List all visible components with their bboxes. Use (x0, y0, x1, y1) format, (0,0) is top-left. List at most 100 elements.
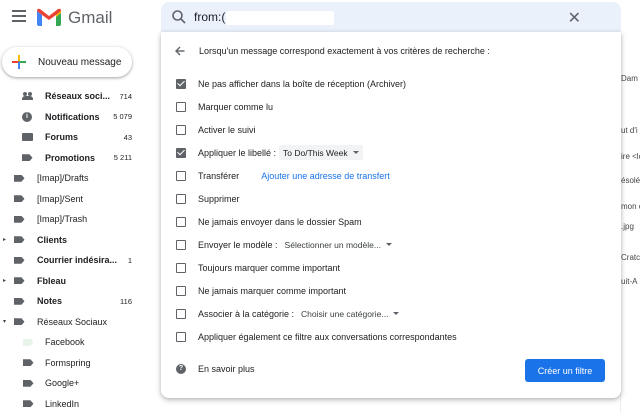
label-icon (13, 174, 25, 182)
label-icon (13, 297, 25, 305)
sidebar-item[interactable]: Formspring (0, 353, 160, 374)
compose-button[interactable]: Nouveau message (2, 47, 132, 77)
option-label: Ne jamais marquer comme important (198, 285, 347, 296)
dropdown-caret-icon (385, 243, 392, 246)
unread-count: 116 (120, 296, 132, 306)
label-icon (13, 318, 25, 326)
option-label: Supprimer (198, 193, 240, 204)
sidebar-item-label: Promotions (45, 152, 96, 163)
sidebar-item-label: Forums (45, 132, 79, 143)
option-checkbox[interactable] (176, 78, 186, 89)
option-checkbox[interactable] (176, 193, 186, 204)
expand-toggle-icon[interactable]: ▾ (3, 318, 9, 325)
message-row-fragment[interactable] (621, 97, 640, 119)
sidebar-item[interactable]: Courrier indésira... 1 (0, 250, 160, 271)
sidebar-item[interactable]: ▸ Fbleau (0, 271, 160, 292)
expand-toggle-icon[interactable]: ▸ (3, 277, 9, 284)
option-checkbox[interactable] (176, 239, 186, 250)
message-row-fragment[interactable]: .jpg (621, 222, 640, 244)
option-checkbox[interactable] (176, 101, 186, 112)
label-icon (22, 337, 34, 347)
option-checkbox[interactable] (176, 308, 186, 319)
label-icon (13, 317, 25, 327)
sidebar-item[interactable]: i Notifications 5 079 (0, 107, 160, 128)
message-row-fragment[interactable]: Dam (621, 74, 640, 96)
sidebar-item[interactable]: Forums 43 (0, 127, 160, 148)
option-checkbox[interactable] (176, 170, 186, 181)
redacted-address (226, 11, 334, 25)
sidebar-item-label: Courrier indésira... (37, 255, 118, 266)
message-row-fragment[interactable]: ésolé (621, 176, 640, 198)
search-input[interactable]: from:( (194, 10, 225, 24)
label-select[interactable]: To Do/This Week (279, 145, 363, 160)
option-checkbox[interactable] (176, 331, 186, 342)
select-value: Choisir une catégorie... (301, 308, 389, 319)
filter-option: Appliquer également ce filtre aux conver… (176, 325, 606, 348)
back-arrow-icon[interactable] (175, 46, 185, 56)
sidebar-item-label: [Imap]/Sent (37, 193, 84, 204)
sidebar-item[interactable]: Réseaux soci... 714 (0, 86, 160, 107)
label-icon (21, 153, 33, 163)
message-row-fragment[interactable]: mon c (621, 202, 640, 224)
dialog-heading: Lorsqu'un message correspond exactement … (199, 46, 490, 56)
dropdown-caret-icon (352, 151, 359, 154)
gmail-logo-icon[interactable] (37, 8, 61, 26)
close-icon[interactable]: ✕ (568, 8, 581, 28)
sidebar-item-label: [Imap]/Drafts (37, 173, 89, 184)
message-row-fragment[interactable]: uit-A (621, 277, 640, 299)
label-icon (13, 173, 25, 183)
label-icon (22, 400, 34, 408)
sidebar-item[interactable]: Facebook (0, 332, 160, 353)
unread-count: 5 211 (113, 153, 132, 163)
option-checkbox[interactable] (176, 147, 186, 158)
label-icon (13, 296, 25, 306)
option-checkbox[interactable] (176, 124, 186, 135)
option-select[interactable]: Sélectionner un modèle... (281, 237, 396, 252)
tag-icon (21, 154, 33, 162)
compose-label: Nouveau message (38, 56, 122, 68)
sidebar-item[interactable]: [Imap]/Trash (0, 209, 160, 230)
option-checkbox[interactable] (176, 216, 186, 227)
sidebar-item-label: Notes (37, 296, 63, 307)
expand-toggle-icon[interactable]: ▸ (3, 236, 9, 243)
search-icon[interactable] (171, 9, 187, 25)
option-label: Associer à la catégorie : (198, 308, 295, 319)
sidebar-item[interactable]: [Imap]/Drafts (0, 168, 160, 189)
create-filter-button[interactable]: Créer un filtre (525, 359, 605, 382)
label-icon (21, 132, 33, 142)
people-icon (21, 92, 33, 101)
option-label: Ne jamais envoyer dans le dossier Spam (198, 216, 362, 227)
sidebar-item-label: Facebook (45, 337, 85, 348)
main-menu-icon[interactable] (12, 10, 26, 22)
option-checkbox[interactable] (176, 285, 186, 296)
add-forwarding-address-link[interactable]: Ajouter une adresse de transfert (261, 171, 390, 181)
sidebar-item[interactable]: LinkedIn (0, 394, 160, 413)
sidebar-item[interactable]: [Imap]/Sent (0, 189, 160, 210)
plus-icon (12, 55, 26, 69)
filter-option: Toujours marquer comme important (176, 256, 606, 279)
filter-option: Ne jamais envoyer dans le dossier Spam (176, 210, 606, 233)
option-label: Envoyer le modèle : (198, 239, 278, 250)
search-bar[interactable]: from:( ✕ (161, 2, 621, 32)
sidebar-item[interactable]: Notes 116 (0, 291, 160, 312)
help-icon[interactable]: ? (176, 364, 186, 374)
label-icon (22, 378, 34, 388)
info-icon: i (22, 111, 32, 122)
option-label: Marquer comme lu (198, 101, 274, 112)
sidebar-item-label: Formspring (45, 357, 91, 368)
sidebar: Nouveau message Réseaux soci... 714 i Notif… (0, 36, 160, 413)
sidebar-item[interactable]: Google+ (0, 373, 160, 394)
learn-more-link[interactable]: En savoir plus (198, 364, 255, 374)
sidebar-item[interactable]: Promotions 5 211 (0, 148, 160, 169)
sidebar-item[interactable]: ▾ Réseaux Sociaux (0, 312, 160, 333)
label-icon (22, 379, 34, 387)
message-row-fragment[interactable]: ire <lc (621, 152, 640, 174)
message-row-fragment[interactable]: Cratc (621, 253, 640, 275)
option-select[interactable]: Choisir une catégorie... (297, 306, 403, 321)
label-icon (13, 215, 25, 223)
option-checkbox[interactable] (176, 262, 186, 273)
sidebar-item[interactable]: ▸ Clients (0, 230, 160, 251)
label-icon (22, 359, 34, 367)
message-row-fragment[interactable]: ut d'i (621, 126, 640, 148)
option-label: Transférer (198, 170, 240, 181)
